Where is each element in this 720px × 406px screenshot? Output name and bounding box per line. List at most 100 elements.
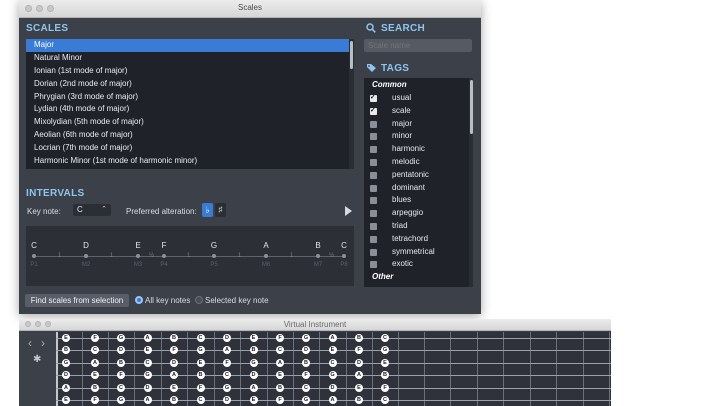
interval-note-label[interactable]: C: [29, 241, 39, 250]
interval-note-label[interactable]: B: [313, 241, 323, 250]
fret-note[interactable]: A: [355, 371, 363, 380]
fret-note[interactable]: F: [196, 383, 205, 392]
fret-note[interactable]: C: [381, 334, 389, 342]
scale-list-item[interactable]: Natural Minor: [26, 52, 354, 65]
fret-note[interactable]: B: [170, 334, 178, 342]
scale-list-item[interactable]: Dorian (2nd mode of major): [26, 78, 354, 91]
scale-list-item[interactable]: Lydian (4th mode of major): [26, 103, 354, 116]
fret-note[interactable]: A: [249, 383, 258, 392]
fret-note[interactable]: D: [302, 346, 310, 355]
tags-list[interactable]: Common usual scale major minor harmonic melod…: [364, 78, 473, 287]
tag-item[interactable]: minor: [364, 130, 473, 143]
fret-note[interactable]: C: [143, 358, 152, 367]
fret-note[interactable]: C: [196, 334, 205, 342]
tag-checkbox[interactable]: [370, 146, 377, 154]
search-input[interactable]: [364, 39, 472, 52]
fret-note[interactable]: G: [143, 371, 152, 380]
scrollbar-thumb[interactable]: [470, 80, 473, 134]
tag-checkbox[interactable]: [370, 210, 377, 218]
fret-note[interactable]: G: [302, 396, 310, 404]
selected-key-note-radio[interactable]: [195, 296, 203, 304]
tag-item[interactable]: arpeggio: [364, 207, 473, 220]
tag-checkbox[interactable]: [370, 248, 377, 256]
tag-checkbox[interactable]: [370, 171, 377, 179]
tag-item[interactable]: triad: [364, 220, 473, 233]
key-note-select[interactable]: C ⌃: [73, 204, 111, 216]
fret-note[interactable]: F: [91, 334, 99, 342]
chevron-left-icon[interactable]: ‹: [28, 336, 32, 350]
scale-list-item[interactable]: Mixolydian (5th mode of major): [26, 116, 354, 129]
tag-item[interactable]: major: [364, 118, 473, 131]
fret-note[interactable]: B: [117, 358, 125, 367]
fret-note[interactable]: C: [328, 358, 337, 367]
fret-note[interactable]: C: [91, 346, 99, 355]
fret-note[interactable]: G: [328, 371, 337, 380]
fret-note[interactable]: F: [223, 358, 231, 367]
fret-note[interactable]: D: [249, 371, 258, 380]
scrollbar-thumb[interactable]: [350, 41, 353, 69]
open-string-note[interactable]: D: [62, 371, 70, 380]
fret-note[interactable]: E: [196, 358, 205, 367]
fret-note[interactable]: B: [196, 371, 205, 380]
fret-note[interactable]: E: [328, 346, 337, 355]
open-string-note[interactable]: A: [62, 383, 70, 392]
tag-checkbox[interactable]: [370, 93, 377, 102]
tag-item[interactable]: scale: [364, 105, 473, 118]
tag-item[interactable]: blues: [364, 194, 473, 207]
fret-note[interactable]: E: [355, 383, 363, 392]
tag-item[interactable]: usual: [364, 92, 473, 105]
fret-note[interactable]: F: [355, 346, 363, 355]
gear-icon[interactable]: ✱: [33, 354, 41, 365]
fret-note[interactable]: B: [302, 358, 310, 367]
open-string-note[interactable]: E: [62, 334, 70, 342]
fret-note[interactable]: A: [91, 358, 99, 367]
scale-list[interactable]: Major Natural Minor Ionian (1st mode of ma…: [26, 39, 354, 169]
fret-note[interactable]: D: [117, 346, 125, 355]
scale-list-item[interactable]: Locrian (7th mode of major): [26, 142, 354, 155]
fret-note[interactable]: F: [276, 334, 284, 342]
fret-note[interactable]: B: [355, 396, 363, 404]
fret-note[interactable]: G: [302, 334, 310, 342]
scale-list-scrollbar[interactable]: [349, 39, 354, 169]
fret-note[interactable]: E: [143, 346, 152, 355]
tag-checkbox[interactable]: [370, 184, 377, 192]
tag-item[interactable]: tetrachord: [364, 233, 473, 246]
open-string-note[interactable]: G: [62, 358, 70, 367]
chevron-right-icon[interactable]: ›: [41, 336, 45, 350]
tag-item[interactable]: melodic: [364, 156, 473, 169]
scale-list-item[interactable]: Aeolian (6th mode of major): [26, 129, 354, 142]
fret-note[interactable]: B: [276, 383, 284, 392]
fret-note[interactable]: A: [143, 396, 152, 404]
fret-note[interactable]: C: [196, 396, 205, 404]
fret-note[interactable]: A: [328, 334, 337, 342]
play-icon[interactable]: [345, 206, 352, 216]
fret-note[interactable]: F: [91, 396, 99, 404]
fret-note[interactable]: G: [223, 383, 231, 392]
interval-note-label[interactable]: A: [261, 241, 271, 250]
fret-note[interactable]: G: [249, 358, 258, 367]
fret-note[interactable]: F: [381, 383, 389, 392]
tag-item[interactable]: harmonic: [364, 143, 473, 156]
fret-note[interactable]: C: [223, 371, 231, 380]
fret-note[interactable]: E: [170, 383, 178, 392]
flat-button[interactable]: ♭: [202, 203, 213, 217]
fret-note[interactable]: B: [170, 396, 178, 404]
fret-note[interactable]: D: [223, 334, 231, 342]
tag-checkbox[interactable]: [370, 106, 377, 115]
fret-note[interactable]: C: [302, 383, 310, 392]
fret-note[interactable]: D: [355, 358, 363, 367]
sharp-button[interactable]: ♯: [215, 203, 226, 217]
fret-note[interactable]: E: [249, 396, 258, 404]
fret-note[interactable]: G: [196, 346, 205, 355]
interval-note-label[interactable]: G: [209, 241, 219, 250]
tags-scrollbar[interactable]: [469, 78, 473, 287]
fret-note[interactable]: D: [170, 358, 178, 367]
fret-note[interactable]: B: [355, 334, 363, 342]
scale-list-item[interactable]: Major: [26, 39, 354, 52]
fret-note[interactable]: E: [381, 358, 389, 367]
tag-checkbox[interactable]: [370, 197, 377, 205]
tag-checkbox[interactable]: [370, 223, 377, 230]
tag-checkbox[interactable]: [370, 235, 377, 243]
scale-list-item[interactable]: Harmonic Minor (1st mode of harmonic min…: [26, 155, 354, 168]
fret-note[interactable]: A: [223, 346, 231, 355]
